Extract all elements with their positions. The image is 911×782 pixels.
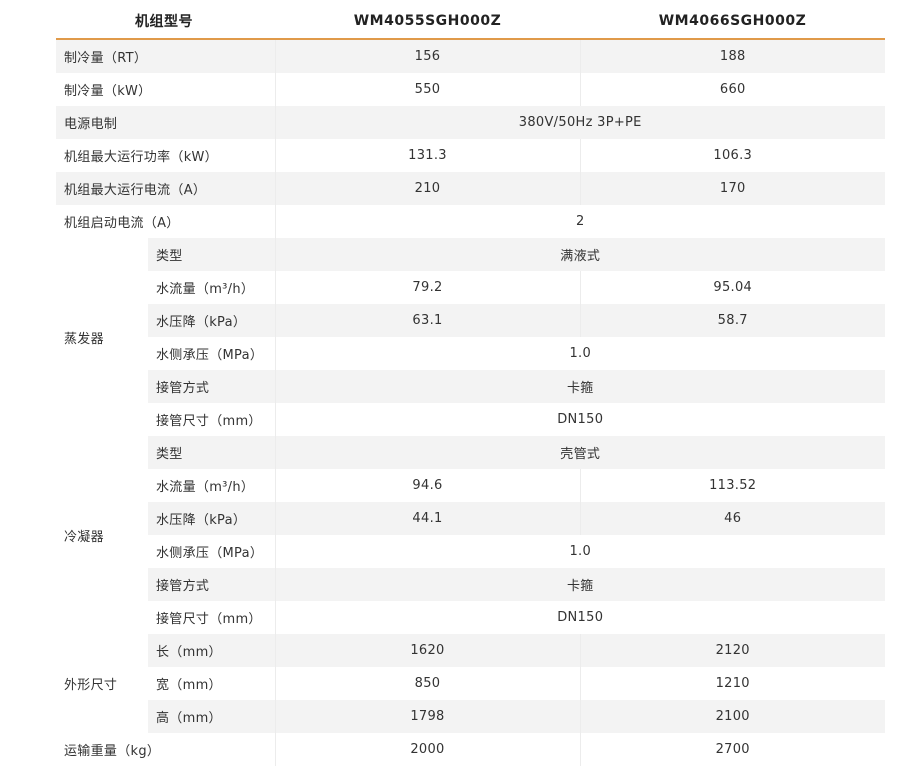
row-cooling-kw: 制冷量（kW） 550 660 (56, 73, 885, 106)
row-cooling-rt: 制冷量（RT） 156 188 (56, 39, 885, 73)
row-label: 水侧承压（MPa） (156, 348, 264, 363)
row-cond-type: 冷凝器 类型 壳管式 (56, 436, 885, 634)
row-label: 水压降（kPa） (148, 304, 275, 337)
value-b: 95.04 (579, 271, 885, 304)
row-label: 制冷量（RT） (56, 39, 275, 73)
value-shared: 1.0 (274, 337, 885, 370)
row-label: 机组最大运行功率（kW） (64, 150, 218, 165)
row-evap-bearing: 水侧承压（MPa） 1.0 (56, 337, 885, 370)
row-label: 水压降（kPa） (148, 502, 275, 535)
row-label: 长（mm） (148, 634, 275, 667)
group-label-condenser: 冷凝器 (56, 436, 148, 634)
spec-grid: 机组型号 WM4055SGH000Z WM4066SGH000Z 制冷量（RT）… (56, 4, 885, 766)
row-label: 运输重量（kg） (64, 744, 161, 759)
row-dim-height: 高（mm） 1798 2100 (56, 700, 885, 733)
spec-table: 机组型号 WM4055SGH000Z WM4066SGH000Z 制冷量（RT）… (56, 4, 885, 766)
row-max-current: 机组最大运行电流（A） 210 170 (56, 172, 885, 205)
row-evap-pipe-size: 接管尺寸（mm） DN150 (56, 403, 885, 436)
value-a: 44.1 (274, 502, 580, 535)
row-label: 类型 (148, 238, 275, 271)
row-label: 水流量（m³/h） (156, 282, 255, 297)
model-b-header: WM4066SGH000Z (580, 4, 885, 40)
value-shared: DN150 (274, 601, 885, 634)
row-start-current: 机组启动电流（A） 2 (56, 205, 885, 238)
row-label: 接管方式 (148, 568, 275, 601)
row-power-supply: 电源电制 380V/50Hz 3P+PE (56, 106, 885, 139)
value-b: 170 (579, 172, 885, 205)
row-dim-width: 宽（mm） 850 1210 (56, 667, 885, 700)
row-max-power: 机组最大运行功率（kW） 131.3 106.3 (56, 139, 885, 172)
value-a: 94.6 (274, 469, 580, 502)
row-cond-pipe-size: 接管尺寸（mm） DN150 (56, 601, 885, 634)
row-label: 高（mm） (148, 700, 275, 733)
value-a: 156 (274, 39, 580, 73)
value-shared: DN150 (274, 403, 885, 436)
value-b: 113.52 (579, 469, 885, 502)
row-dim-length: 外形尺寸 长（mm） 1620 2120 (56, 634, 885, 733)
value-a: 2000 (274, 733, 580, 766)
value-a: 210 (274, 172, 580, 205)
value-a: 63.1 (274, 304, 580, 337)
row-label: 机组启动电流（A） (64, 216, 180, 231)
row-cond-flow: 水流量（m³/h） 94.6 113.52 (56, 469, 885, 502)
value-shared: 1.0 (274, 535, 885, 568)
row-cond-bearing: 水侧承压（MPa） 1.0 (56, 535, 885, 568)
row-cond-pressure-drop: 水压降（kPa） 44.1 46 (56, 502, 885, 535)
row-cond-connection: 接管方式 卡箍 (56, 568, 885, 601)
value-a: 550 (274, 73, 580, 106)
group-label-evaporator: 蒸发器 (56, 238, 148, 436)
row-label: 电源电制 (56, 106, 275, 139)
row-label: 水侧承压（MPa） (156, 546, 264, 561)
row-evap-pressure-drop: 水压降（kPa） 63.1 58.7 (56, 304, 885, 337)
row-label: 宽（mm） (156, 678, 222, 693)
value-a: 131.3 (274, 139, 580, 172)
value-a: 1798 (274, 700, 580, 733)
value-b: 46 (579, 502, 885, 535)
row-evap-flow: 水流量（m³/h） 79.2 95.04 (56, 271, 885, 304)
value-b: 2700 (579, 733, 885, 766)
value-shared: 2 (274, 205, 885, 238)
value-a: 850 (274, 667, 580, 700)
value-b: 58.7 (579, 304, 885, 337)
row-label: 制冷量（kW） (64, 84, 152, 99)
value-shared: 卡箍 (274, 370, 885, 403)
header-row: 机组型号 WM4055SGH000Z WM4066SGH000Z (56, 4, 885, 40)
row-label: 接管方式 (148, 370, 275, 403)
group-label-dimensions: 外形尺寸 (56, 634, 148, 733)
model-a-header: WM4055SGH000Z (275, 4, 580, 40)
value-shared: 满液式 (274, 238, 885, 271)
row-label: 水流量（m³/h） (156, 480, 255, 495)
row-label: 类型 (148, 436, 275, 469)
value-b: 106.3 (579, 139, 885, 172)
row-label: 机组最大运行电流（A） (56, 172, 275, 205)
model-label: 机组型号 (56, 4, 275, 40)
value-a: 79.2 (274, 271, 580, 304)
value-b: 2120 (579, 634, 885, 667)
value-a: 1620 (274, 634, 580, 667)
value-shared: 卡箍 (274, 568, 885, 601)
value-shared: 壳管式 (274, 436, 885, 469)
value-shared: 380V/50Hz 3P+PE (274, 106, 885, 139)
value-b: 660 (579, 73, 885, 106)
value-b: 2100 (579, 700, 885, 733)
row-weight: 运输重量（kg） 2000 2700 (56, 733, 885, 766)
row-evap-connection: 接管方式 卡箍 (56, 370, 885, 403)
row-label: 接管尺寸（mm） (156, 414, 262, 429)
value-b: 1210 (579, 667, 885, 700)
row-evap-type: 蒸发器 类型 满液式 (56, 238, 885, 436)
row-label: 接管尺寸（mm） (156, 612, 262, 627)
value-b: 188 (579, 39, 885, 73)
